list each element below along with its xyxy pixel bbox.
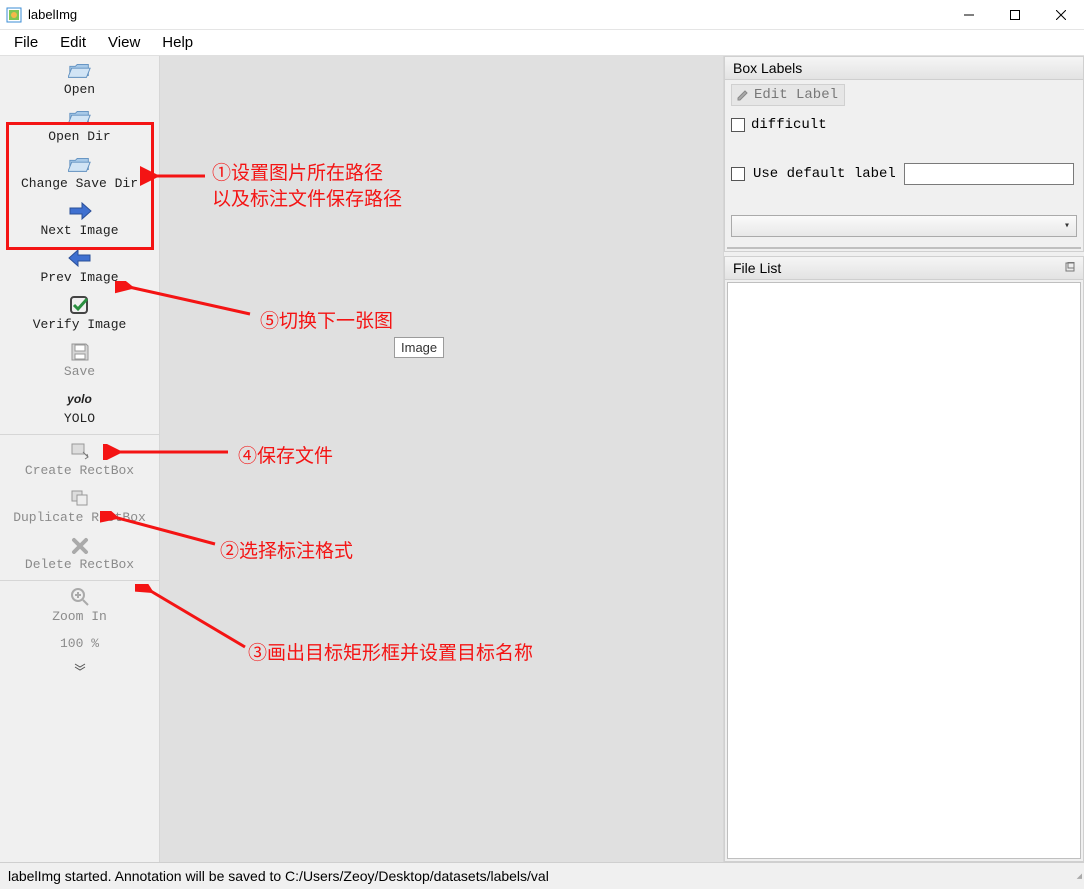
zoom-in-button[interactable]: Zoom In — [0, 583, 159, 630]
panel-header[interactable]: File List — [725, 257, 1083, 280]
edit-label-text: Edit Label — [754, 87, 838, 103]
use-default-label-text: Use default label — [753, 166, 896, 182]
more-tools-chevron[interactable] — [0, 657, 159, 679]
main-area: Open Open Dir Change Save Dir Next Image — [0, 56, 1084, 862]
tool-label: Duplicate RectBox — [13, 510, 146, 525]
open-button[interactable]: Open — [0, 56, 159, 103]
separator — [0, 434, 159, 435]
use-default-label-row: Use default label — [731, 163, 1077, 185]
resize-grip[interactable]: ◢ — [1070, 875, 1082, 887]
file-list-panel: File List — [724, 256, 1084, 862]
delete-rectbox-button[interactable]: Delete RectBox — [0, 531, 159, 578]
maximize-button[interactable] — [992, 0, 1038, 30]
open-dir-button[interactable]: Open Dir — [0, 103, 159, 150]
create-rectbox-button[interactable]: Create RectBox — [0, 437, 159, 484]
difficult-checkbox[interactable] — [731, 118, 745, 132]
default-label-input[interactable] — [904, 163, 1074, 185]
window-controls — [946, 0, 1084, 30]
tool-label: Open — [64, 82, 95, 97]
tool-label: 100 % — [60, 636, 99, 651]
labels-listbox[interactable] — [727, 247, 1081, 249]
panel-title: Box Labels — [733, 60, 802, 76]
window-title: labelImg — [28, 7, 77, 22]
box-labels-panel: Box Labels Edit Label difficult Use defa… — [724, 56, 1084, 252]
panel-header[interactable]: Box Labels — [725, 57, 1083, 80]
close-button[interactable] — [1038, 0, 1084, 30]
folder-open-icon — [68, 60, 92, 80]
pencil-icon — [736, 88, 750, 102]
tool-label: Open Dir — [48, 129, 110, 144]
save-button[interactable]: Save — [0, 338, 159, 385]
difficult-label: difficult — [751, 117, 827, 133]
right-pane: Box Labels Edit Label difficult Use defa… — [724, 56, 1084, 862]
chevron-down-icon: ▾ — [1064, 220, 1070, 232]
tool-label: Create RectBox — [25, 463, 134, 478]
folder-icon — [68, 107, 92, 127]
change-save-dir-button[interactable]: Change Save Dir — [0, 150, 159, 197]
next-image-button[interactable]: Next Image — [0, 197, 159, 244]
tool-label: Next Image — [40, 223, 118, 238]
image-canvas[interactable]: Image — [160, 56, 724, 862]
tool-label: Verify Image — [33, 317, 127, 332]
file-listbox[interactable] — [727, 282, 1081, 859]
tool-label: Delete RectBox — [25, 557, 134, 572]
box-labels-body: Edit Label difficult Use default label ▾ — [725, 80, 1083, 245]
edit-label-button[interactable]: Edit Label — [731, 84, 845, 106]
tooltip: Image — [394, 337, 444, 358]
title-bar: labelImg — [0, 0, 1084, 30]
app-icon — [6, 7, 22, 23]
zoom-in-icon — [68, 587, 92, 607]
arrow-left-icon — [68, 248, 92, 268]
rect-icon — [68, 441, 92, 461]
prev-image-button[interactable]: Prev Image — [0, 244, 159, 291]
separator — [0, 580, 159, 581]
tool-label: YOLO — [64, 411, 95, 426]
menu-file[interactable]: File — [4, 32, 48, 53]
menu-help[interactable]: Help — [152, 32, 203, 53]
verify-image-button[interactable]: Verify Image — [0, 291, 159, 338]
arrow-right-icon — [68, 201, 92, 221]
panel-title: File List — [733, 260, 781, 276]
status-text: labelImg started. Annotation will be sav… — [8, 868, 549, 884]
save-icon — [68, 342, 92, 362]
difficult-row: difficult — [731, 117, 1077, 133]
popout-icon[interactable] — [1065, 262, 1075, 275]
tool-label: Prev Image — [40, 270, 118, 285]
menu-bar: File Edit View Help — [0, 30, 1084, 56]
delete-icon — [68, 535, 92, 555]
format-icon: yolo — [68, 389, 92, 409]
menu-edit[interactable]: Edit — [50, 32, 96, 53]
zoom-percent[interactable]: 100 % — [0, 630, 159, 657]
check-icon — [68, 295, 92, 315]
left-toolbar: Open Open Dir Change Save Dir Next Image — [0, 56, 160, 862]
tool-label: Change Save Dir — [21, 176, 138, 191]
format-toggle-button[interactable]: yolo YOLO — [0, 385, 159, 432]
duplicate-icon — [68, 488, 92, 508]
minimize-button[interactable] — [946, 0, 992, 30]
duplicate-rectbox-button[interactable]: Duplicate RectBox — [0, 484, 159, 531]
tool-label: Save — [64, 364, 95, 379]
menu-view[interactable]: View — [98, 32, 150, 53]
status-bar: labelImg started. Annotation will be sav… — [0, 862, 1084, 889]
use-default-label-checkbox[interactable] — [731, 167, 745, 181]
label-combobox[interactable]: ▾ — [731, 215, 1077, 237]
tool-label: Zoom In — [52, 609, 107, 624]
folder-icon — [68, 154, 92, 174]
